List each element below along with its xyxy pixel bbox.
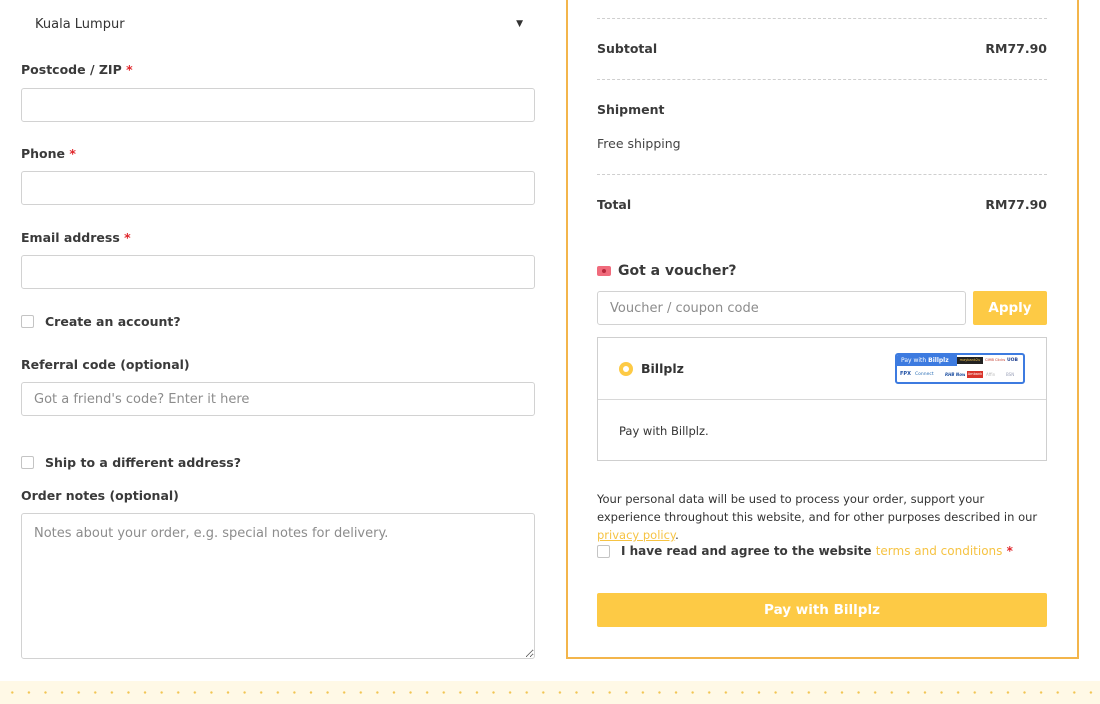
postcode-label: Postcode / ZIP * <box>21 62 133 77</box>
summary-divider <box>597 18 1047 19</box>
voucher-title: Got a voucher? <box>618 263 737 279</box>
terms-link[interactable]: terms and conditions <box>876 544 1003 558</box>
bank-logo-ambank: Ambank <box>967 371 983 378</box>
caret-down-icon: ▼ <box>516 19 523 29</box>
privacy-notice: Your personal data will be used to proce… <box>597 492 1038 542</box>
subtotal-value: RM77.90 <box>985 41 1047 56</box>
order-summary-panel <box>566 0 1079 659</box>
privacy-policy-link[interactable]: privacy policy <box>597 528 675 542</box>
bank-logo-rhb: RHB Now <box>945 372 965 377</box>
shipment-value: Free shipping <box>597 136 681 151</box>
payment-method-name: Billplz <box>641 361 684 376</box>
postcode-input[interactable] <box>21 88 535 122</box>
referral-label: Referral code (optional) <box>21 357 190 372</box>
bank-logo-cimb: CIMB Clicks <box>985 358 1005 362</box>
payment-method-divider <box>598 399 1046 400</box>
bank-logo-fpx: FPX <box>900 371 911 377</box>
billplz-banner-header: Pay with Billplz <box>897 355 957 366</box>
referral-input[interactable] <box>21 382 535 416</box>
create-account-checkbox[interactable] <box>21 315 34 328</box>
city-select[interactable]: Kuala Lumpur ▼ <box>21 8 535 42</box>
footer-dotted-strip <box>0 681 1100 704</box>
email-label: Email address * <box>21 230 131 245</box>
terms-checkbox[interactable] <box>597 545 610 558</box>
city-select-value: Kuala Lumpur <box>35 17 125 32</box>
bank-logo-bsn: BSN <box>1006 372 1015 377</box>
shipment-label: Shipment <box>597 102 665 117</box>
order-notes-textarea[interactable] <box>21 513 535 659</box>
ship-different-label: Ship to a different address? <box>45 455 241 470</box>
phone-input[interactable] <box>21 171 535 205</box>
create-account-label: Create an account? <box>45 314 181 329</box>
apply-voucher-button[interactable]: Apply <box>973 291 1047 325</box>
payment-radio-selected[interactable] <box>619 362 633 376</box>
bank-logo-affin: Affin <box>986 372 996 377</box>
total-value: RM77.90 <box>985 197 1047 212</box>
ticket-icon <box>597 266 611 276</box>
ship-different-checkbox[interactable] <box>21 456 34 469</box>
summary-divider <box>597 79 1047 80</box>
bank-logo-connect: Connect <box>915 372 934 377</box>
voucher-input[interactable] <box>597 291 966 325</box>
phone-label: Phone * <box>21 146 76 161</box>
bank-logo-maybank: maybank2u <box>957 357 983 364</box>
summary-divider <box>597 174 1047 175</box>
terms-label: I have read and agree to the website ter… <box>621 544 1013 558</box>
subtotal-label: Subtotal <box>597 41 658 56</box>
bank-logo-uob: UOB <box>1007 358 1018 363</box>
email-input[interactable] <box>21 255 535 289</box>
payment-description: Pay with Billplz. <box>619 424 709 438</box>
pay-button[interactable]: Pay with Billplz <box>597 593 1047 627</box>
order-notes-label: Order notes (optional) <box>21 488 179 503</box>
billplz-banner: Pay with Billplz maybank2u CIMB Clicks U… <box>895 353 1025 384</box>
total-label: Total <box>597 197 632 212</box>
